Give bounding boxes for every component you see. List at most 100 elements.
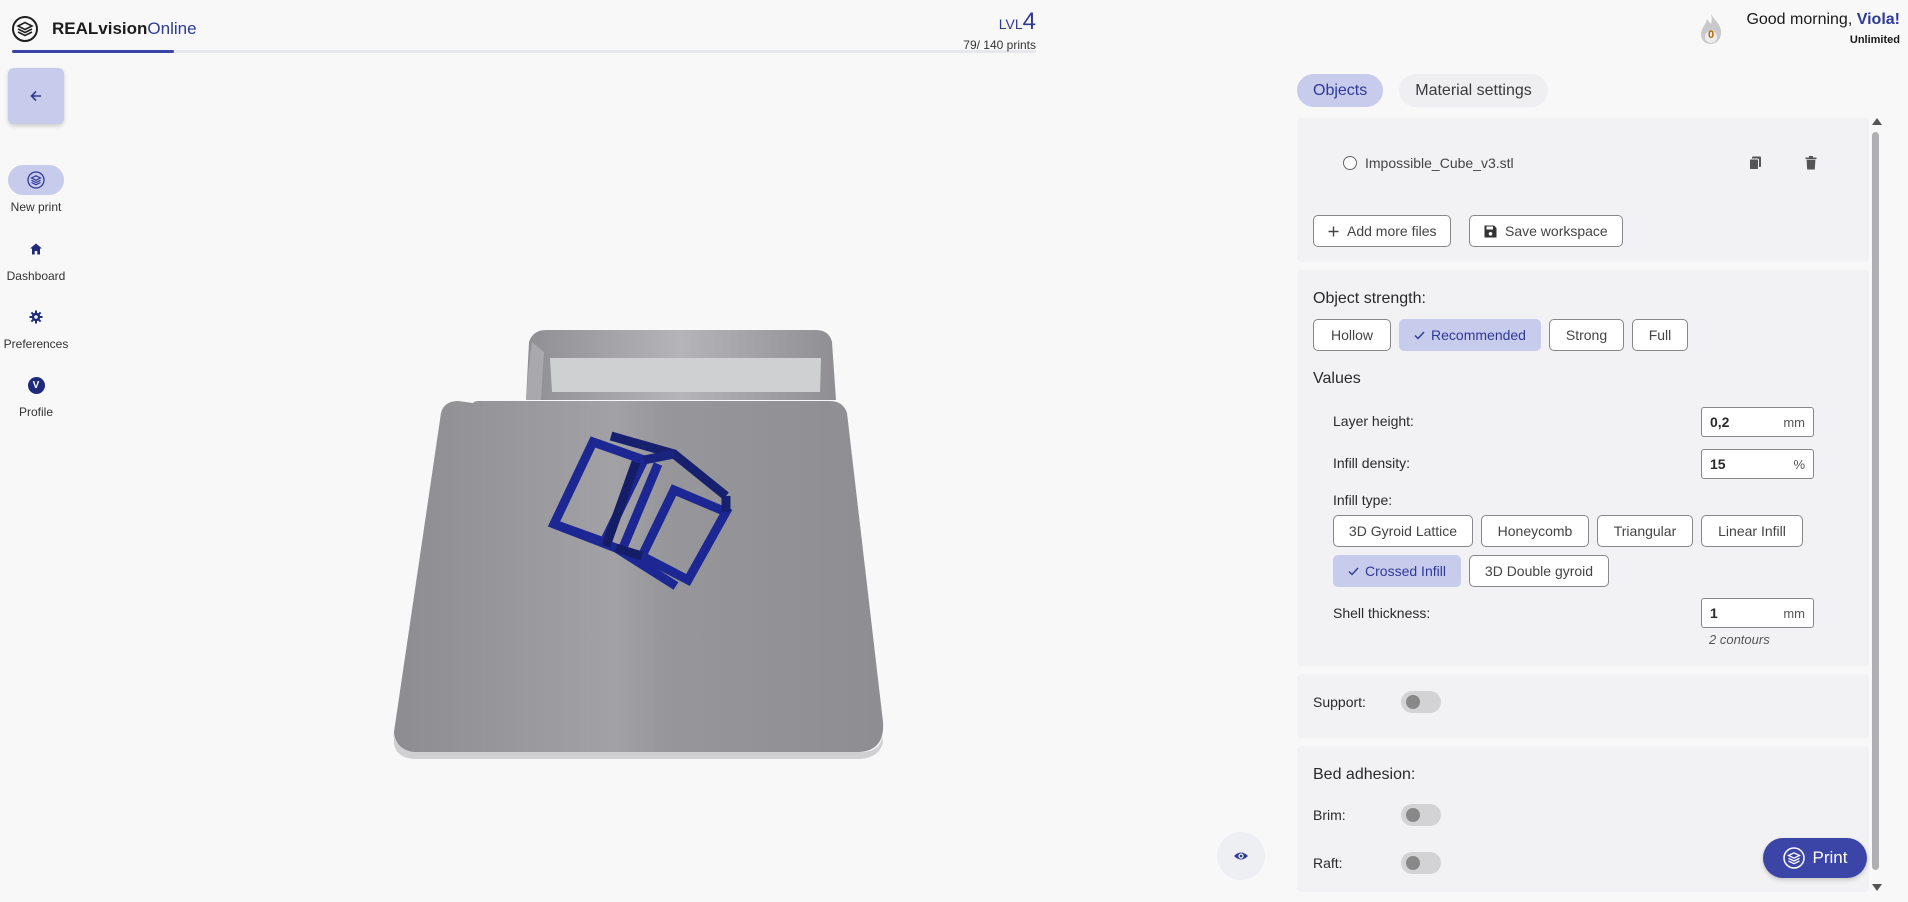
- greeting-prefix: Good morning,: [1746, 11, 1857, 28]
- visibility-toggle-button[interactable]: [1217, 832, 1265, 880]
- infill-crossed-button[interactable]: Crossed Infill: [1333, 555, 1461, 587]
- shell-thickness-value: 1: [1710, 605, 1718, 621]
- sidebar-item-new-print[interactable]: New print: [0, 165, 72, 214]
- brim-toggle[interactable]: [1401, 804, 1441, 826]
- file-radio[interactable]: [1343, 156, 1357, 170]
- new-print-icon-wrap: [8, 165, 64, 195]
- infill-option-label: 3D Gyroid Lattice: [1348, 523, 1458, 539]
- sidebar-item-dashboard[interactable]: Dashboard: [0, 234, 72, 283]
- infill-density-value: 15: [1710, 456, 1726, 472]
- sidebar-item-preferences[interactable]: Preferences: [0, 302, 72, 351]
- scroll-up-arrow[interactable]: [1872, 118, 1882, 125]
- strength-hollow-button[interactable]: Hollow: [1313, 319, 1391, 351]
- copy-icon: [1748, 156, 1761, 170]
- infill-triangular-button[interactable]: Triangular: [1597, 515, 1693, 547]
- level-number: 4: [1022, 8, 1036, 35]
- layer-height-value: 0,2: [1710, 414, 1730, 430]
- logo-icon[interactable]: [12, 16, 38, 42]
- avatar-letter: V: [32, 379, 40, 391]
- infill-option-label: Crossed Infill: [1365, 563, 1446, 579]
- panel-scrollbar-thumb[interactable]: [1872, 132, 1879, 870]
- brand-bold: REALvision: [52, 19, 148, 38]
- strength-strong-button[interactable]: Strong: [1549, 319, 1624, 351]
- bed-back-frame: [526, 330, 836, 400]
- preferences-icon-wrap: [8, 302, 64, 332]
- sidebar-item-label: Profile: [18, 405, 53, 419]
- brand-accent: Online: [147, 19, 197, 38]
- strength-option-label: Hollow: [1330, 327, 1373, 343]
- streak-count: 0: [1707, 29, 1715, 41]
- support-panel: Support:: [1297, 674, 1869, 738]
- toggle-knob: [1406, 856, 1420, 870]
- back-button[interactable]: [8, 68, 64, 124]
- sidebar-item-label: New print: [10, 200, 62, 214]
- toggle-knob: [1406, 695, 1420, 709]
- eye-icon: [1234, 852, 1248, 860]
- infill-honeycomb-button[interactable]: Honeycomb: [1481, 515, 1589, 547]
- sidebar-item-label: Preferences: [3, 337, 69, 351]
- save-icon: [1484, 225, 1497, 237]
- strength-option-label: Full: [1648, 327, 1672, 343]
- gear-icon: [29, 310, 43, 324]
- infill-type-label: Infill type:: [1333, 492, 1393, 508]
- infill-density-label: Infill density:: [1333, 455, 1411, 471]
- shell-thickness-input[interactable]: 1 mm: [1701, 598, 1814, 628]
- prints-progress-bar: [12, 50, 1036, 53]
- layer-height-input[interactable]: 0,2 mm: [1701, 407, 1814, 437]
- infill-double-gyroid-button[interactable]: 3D Double gyroid: [1469, 555, 1609, 587]
- plus-icon: [1328, 226, 1339, 236]
- file-row[interactable]: Impossible_Cube_v3.stl: [1343, 155, 1514, 171]
- support-toggle[interactable]: [1401, 691, 1441, 713]
- duplicate-button[interactable]: [1746, 154, 1764, 172]
- 3d-viewport[interactable]: [76, 60, 1286, 902]
- sidebar-item-profile[interactable]: V Profile: [0, 370, 72, 419]
- brim-label: Brim:: [1313, 807, 1346, 823]
- user-name[interactable]: Viola!: [1857, 11, 1900, 28]
- delete-button[interactable]: [1802, 154, 1820, 172]
- dashboard-icon-wrap: [8, 234, 64, 264]
- check-icon: [1348, 567, 1359, 576]
- raft-label: Raft:: [1313, 855, 1343, 871]
- infill-density-input[interactable]: 15 %: [1701, 449, 1814, 479]
- shell-contours-hint: 2 contours: [1709, 632, 1770, 647]
- print-button[interactable]: Print: [1763, 838, 1867, 878]
- layers-icon: [1782, 847, 1805, 869]
- infill-option-label: Linear Infill: [1718, 523, 1786, 539]
- infill-linear-button[interactable]: Linear Infill: [1701, 515, 1803, 547]
- layer-height-label: Layer height:: [1333, 413, 1414, 429]
- arrow-left-icon: [30, 90, 41, 102]
- print-bed-scene: [393, 330, 884, 759]
- trash-icon: [1805, 156, 1817, 170]
- settings-tabs: Objects Material settings: [1297, 74, 1548, 107]
- infill-option-label: Honeycomb: [1497, 523, 1573, 539]
- strength-full-button[interactable]: Full: [1632, 319, 1688, 351]
- greeting: Good morning, Viola!: [1746, 11, 1900, 29]
- prints-progress-fill: [12, 50, 174, 53]
- tab-objects[interactable]: Objects: [1297, 74, 1384, 107]
- print-button-label: Print: [1812, 848, 1848, 867]
- scroll-down-arrow[interactable]: [1872, 884, 1882, 891]
- bed-adhesion-title: Bed adhesion:: [1313, 766, 1416, 783]
- tab-material-settings[interactable]: Material settings: [1399, 74, 1548, 107]
- raft-toggle[interactable]: [1401, 852, 1441, 874]
- brand-name: REALvisionOnline: [52, 19, 197, 39]
- save-workspace-button[interactable]: Save workspace: [1469, 215, 1623, 247]
- home-icon: [30, 243, 42, 255]
- shell-thickness-label: Shell thickness:: [1333, 605, 1431, 621]
- avatar-v-icon: V: [27, 376, 45, 394]
- strength-option-label: Recommended: [1431, 327, 1526, 343]
- infill-option-label: Triangular: [1613, 523, 1677, 539]
- infill-gyroid-lattice-button[interactable]: 3D Gyroid Lattice: [1333, 515, 1473, 547]
- sidebar-item-label: Dashboard: [6, 269, 66, 283]
- support-label: Support:: [1313, 694, 1366, 710]
- level-indicator: LVL4: [999, 8, 1036, 36]
- strength-recommended-button[interactable]: Recommended: [1399, 319, 1541, 351]
- shell-thickness-unit: mm: [1783, 605, 1805, 621]
- profile-icon-wrap: V: [8, 370, 64, 400]
- add-more-files-button[interactable]: Add more files: [1313, 215, 1452, 247]
- infill-option-label: 3D Double gyroid: [1484, 563, 1594, 579]
- layers-icon: [27, 171, 45, 189]
- app-header: REALvisionOnline LVL4 79/ 140 prints 0 G…: [0, 0, 1908, 56]
- file-name: Impossible_Cube_v3.stl: [1365, 155, 1514, 171]
- infill-density-unit: %: [1793, 456, 1805, 472]
